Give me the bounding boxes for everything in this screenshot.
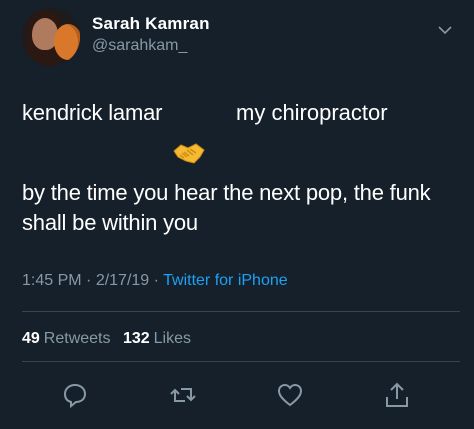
likes-label: Likes	[153, 330, 192, 347]
display-name[interactable]: Sarah Kamran	[92, 14, 210, 34]
tweet-meta: 1:45 PM · 2/17/19 · Twitter for iPhone	[22, 272, 288, 290]
tweet-time: 1:45 PM	[22, 272, 82, 289]
retweets-stat[interactable]: 49 Retweets	[22, 330, 111, 347]
avatar-pumpkin	[54, 24, 80, 60]
likes-count: 132	[122, 330, 150, 347]
tweet-text-right: my chiropractor	[236, 100, 388, 125]
tweet-date: 2/17/19	[95, 272, 150, 289]
heart-icon[interactable]	[276, 381, 304, 409]
reply-icon[interactable]	[61, 381, 89, 409]
meta-separator: ·	[81, 272, 96, 289]
tweet-stats: 49 Retweets 132 Likes	[22, 330, 191, 348]
avatar[interactable]	[22, 8, 80, 66]
divider	[22, 361, 460, 362]
share-icon[interactable]	[383, 381, 411, 409]
tweet-text-left: kendrick lamar	[22, 100, 163, 125]
user-handle[interactable]: @sarahkam_	[92, 37, 187, 55]
meta-separator: ·	[149, 272, 164, 289]
retweets-label: Retweets	[43, 330, 111, 347]
chevron-down-icon[interactable]	[437, 22, 453, 38]
likes-stat[interactable]: 132 Likes	[123, 330, 191, 347]
divider	[22, 311, 460, 312]
handshake-icon	[173, 143, 205, 164]
tweet-text-body: by the time you hear the next pop, the f…	[22, 180, 431, 235]
tweet-header: Sarah Kamran @sarahkam_	[0, 0, 474, 80]
retweet-icon[interactable]	[169, 381, 197, 409]
retweets-count: 49	[22, 330, 40, 347]
tweet-source-link[interactable]: Twitter for iPhone	[163, 272, 288, 289]
